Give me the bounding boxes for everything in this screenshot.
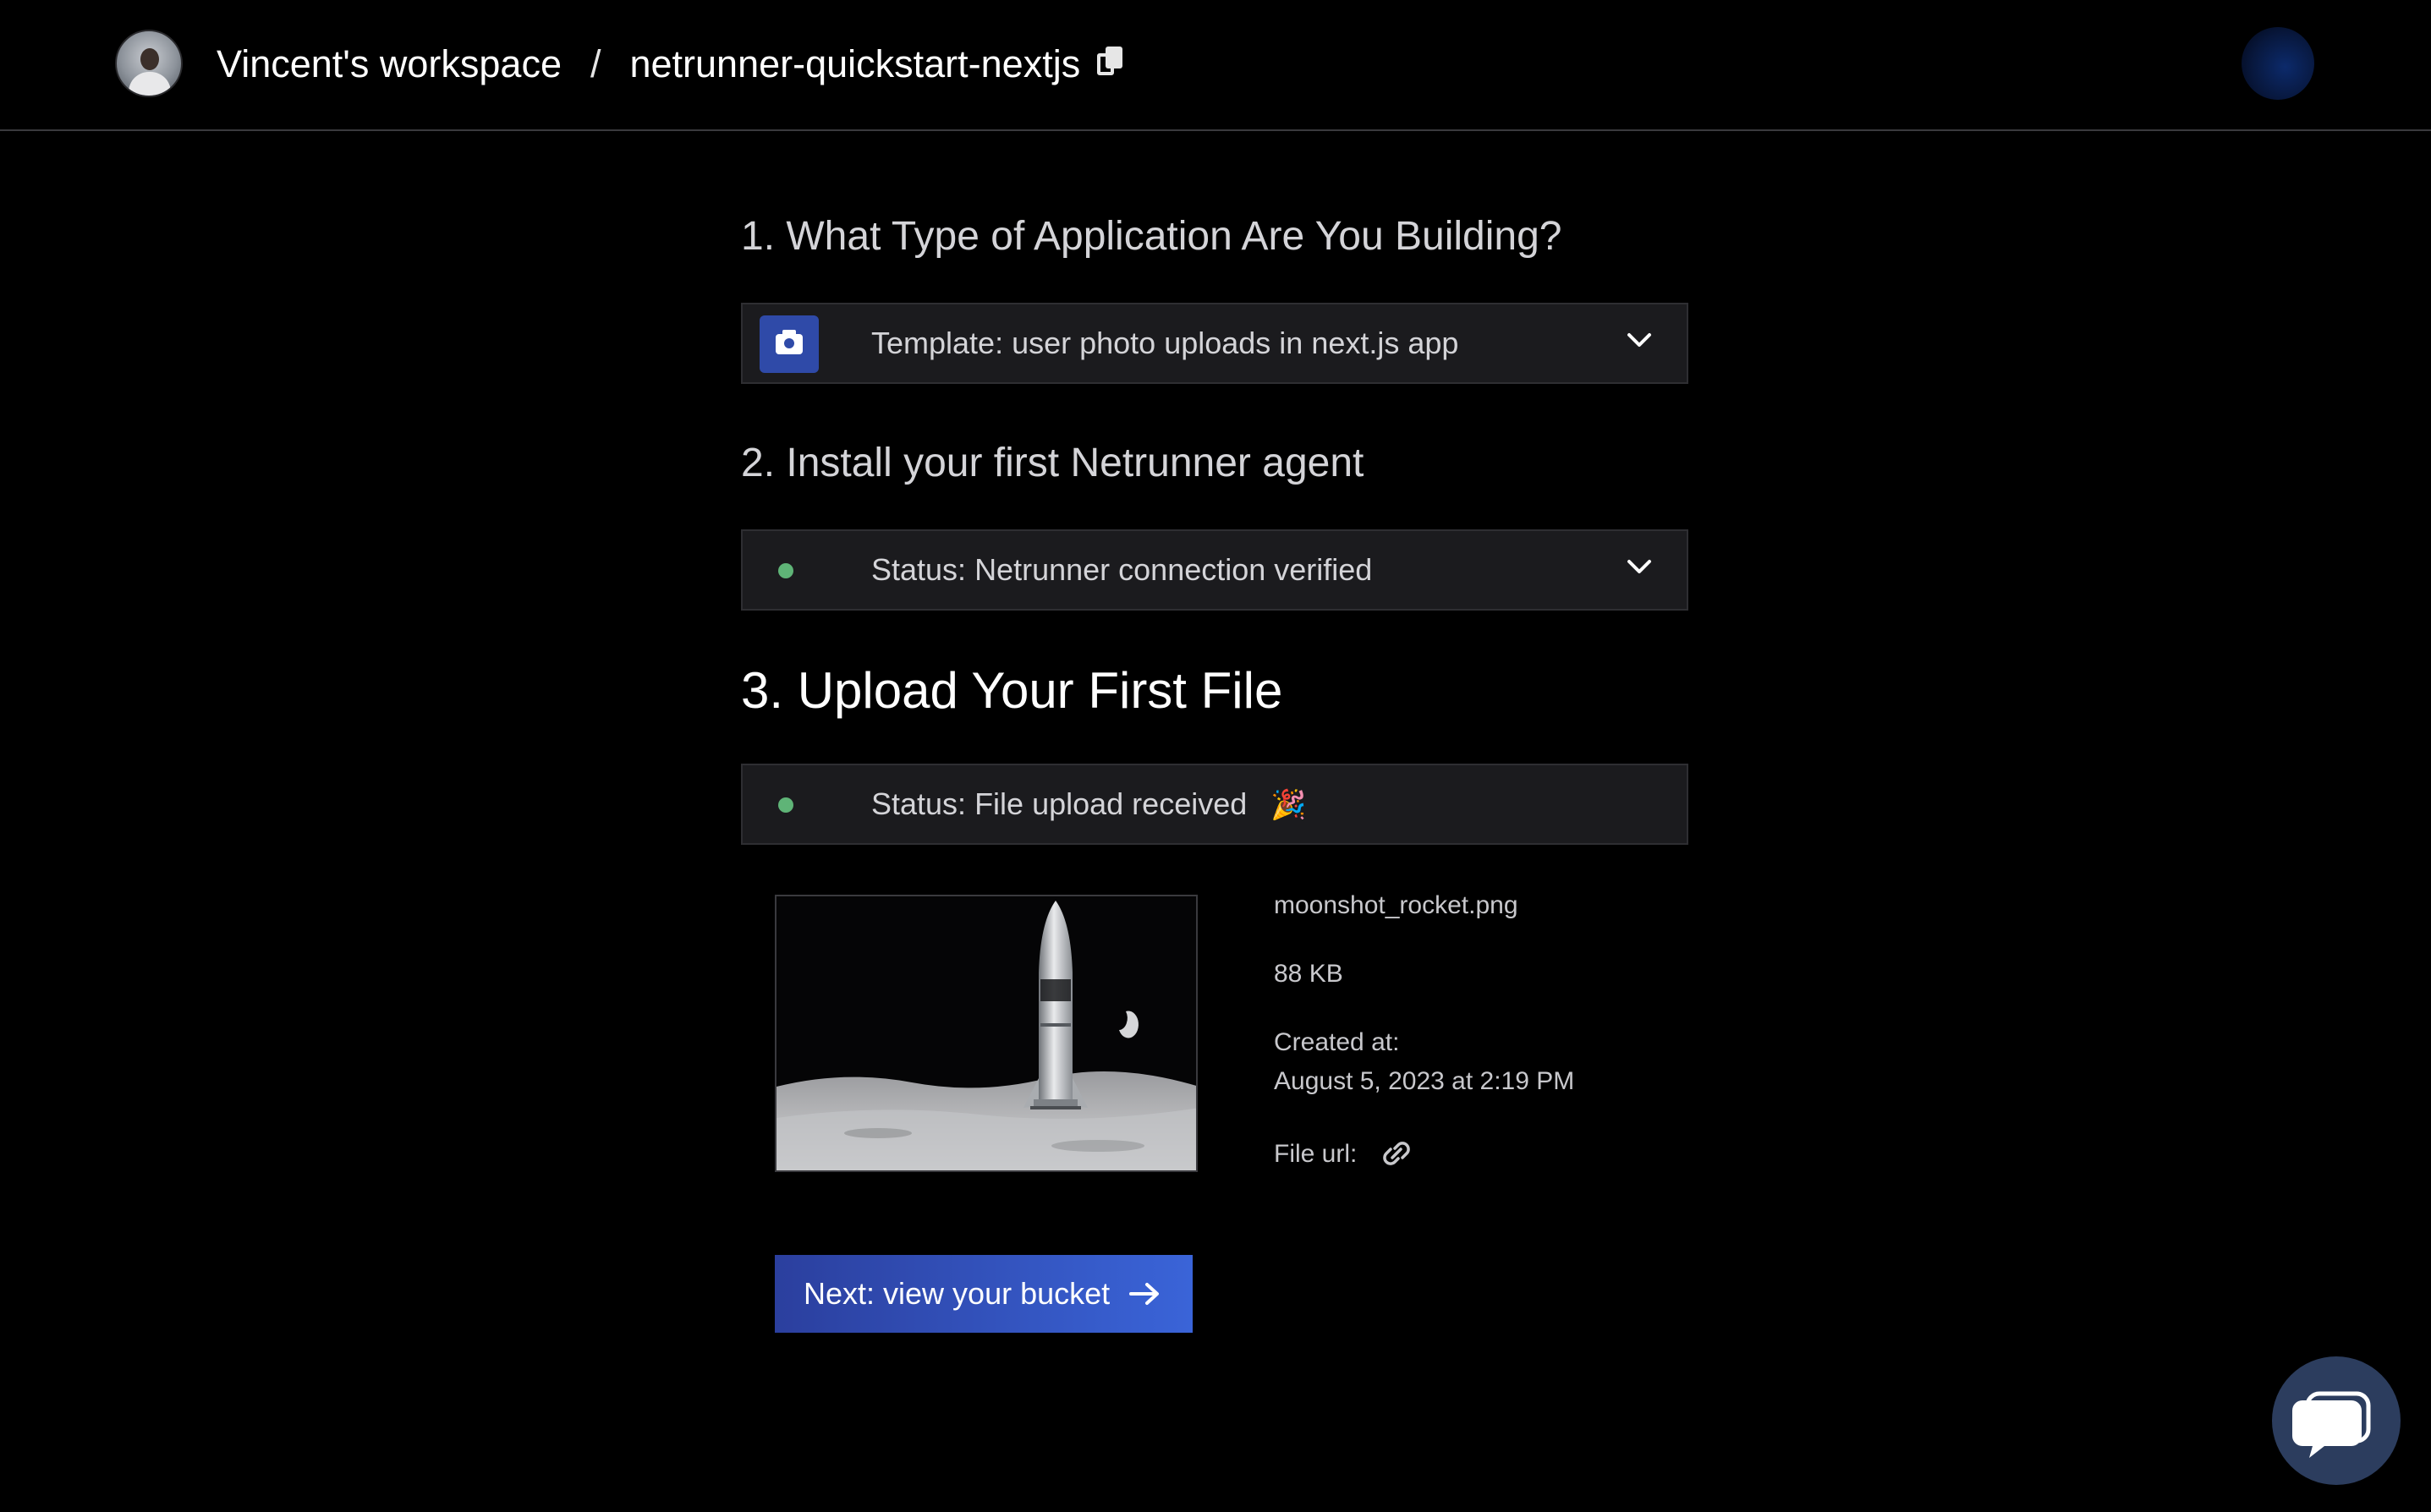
breadcrumb: Vincent's workspace / netrunner-quicksta… [217,37,1123,91]
upload-status-panel: Status: File upload received 🎉 [741,764,1688,845]
agent-status-text: Status: Netrunner connection verified [871,552,1373,587]
file-url-label: File url: [1274,1140,1358,1168]
copy-icon[interactable] [1097,47,1123,75]
chevron-down-icon[interactable] [1626,553,1653,580]
status-ok-indicator [778,563,793,578]
uploaded-image-preview[interactable] [775,895,1198,1172]
party-popper-icon: 🎉 [1270,789,1307,821]
rocket-image [776,896,1196,1170]
created-at-value: August 5, 2023 at 2:19 PM [1274,1067,1575,1095]
chat-launcher-button[interactable] [2272,1356,2401,1485]
created-at-label: Created at: [1274,1028,1400,1056]
status-ok-indicator [778,797,793,813]
camera-icon [760,315,819,373]
application-type-value: Template: user photo uploads in next.js … [871,326,1459,360]
view-bucket-label: Next: view your bucket [804,1276,1111,1311]
user-avatar[interactable] [115,30,183,97]
file-name: moonshot_rocket.png [1274,891,1518,919]
project-name[interactable]: netrunner-quickstart-nextjs [629,42,1080,86]
link-icon[interactable] [1380,1142,1413,1165]
file-url-row: File url: [1274,1138,1413,1169]
workspace-name[interactable]: Vincent's workspace [217,42,562,86]
agent-status-panel[interactable]: Status: Netrunner connection verified [741,529,1688,611]
profile-orb[interactable] [2242,27,2314,100]
step-2-title: 2. Install your first Netrunner agent [741,441,1364,485]
step-3-title: 3. Upload Your First File [741,662,1283,719]
top-bar: Vincent's workspace / netrunner-quicksta… [0,0,2431,131]
chevron-down-icon[interactable] [1626,326,1653,353]
application-type-select[interactable]: Template: user photo uploads in next.js … [741,303,1688,384]
view-bucket-button[interactable]: Next: view your bucket [775,1255,1193,1333]
arrow-right-icon [1129,1283,1160,1305]
upload-status-text: Status: File upload received 🎉 [871,786,1307,822]
file-size: 88 KB [1274,960,1343,988]
step-1-title: 1. What Type of Application Are You Buil… [741,214,1562,259]
upload-status-label: Status: File upload received [871,786,1248,821]
breadcrumb-separator: / [590,42,601,85]
chat-icon [2292,1391,2371,1458]
